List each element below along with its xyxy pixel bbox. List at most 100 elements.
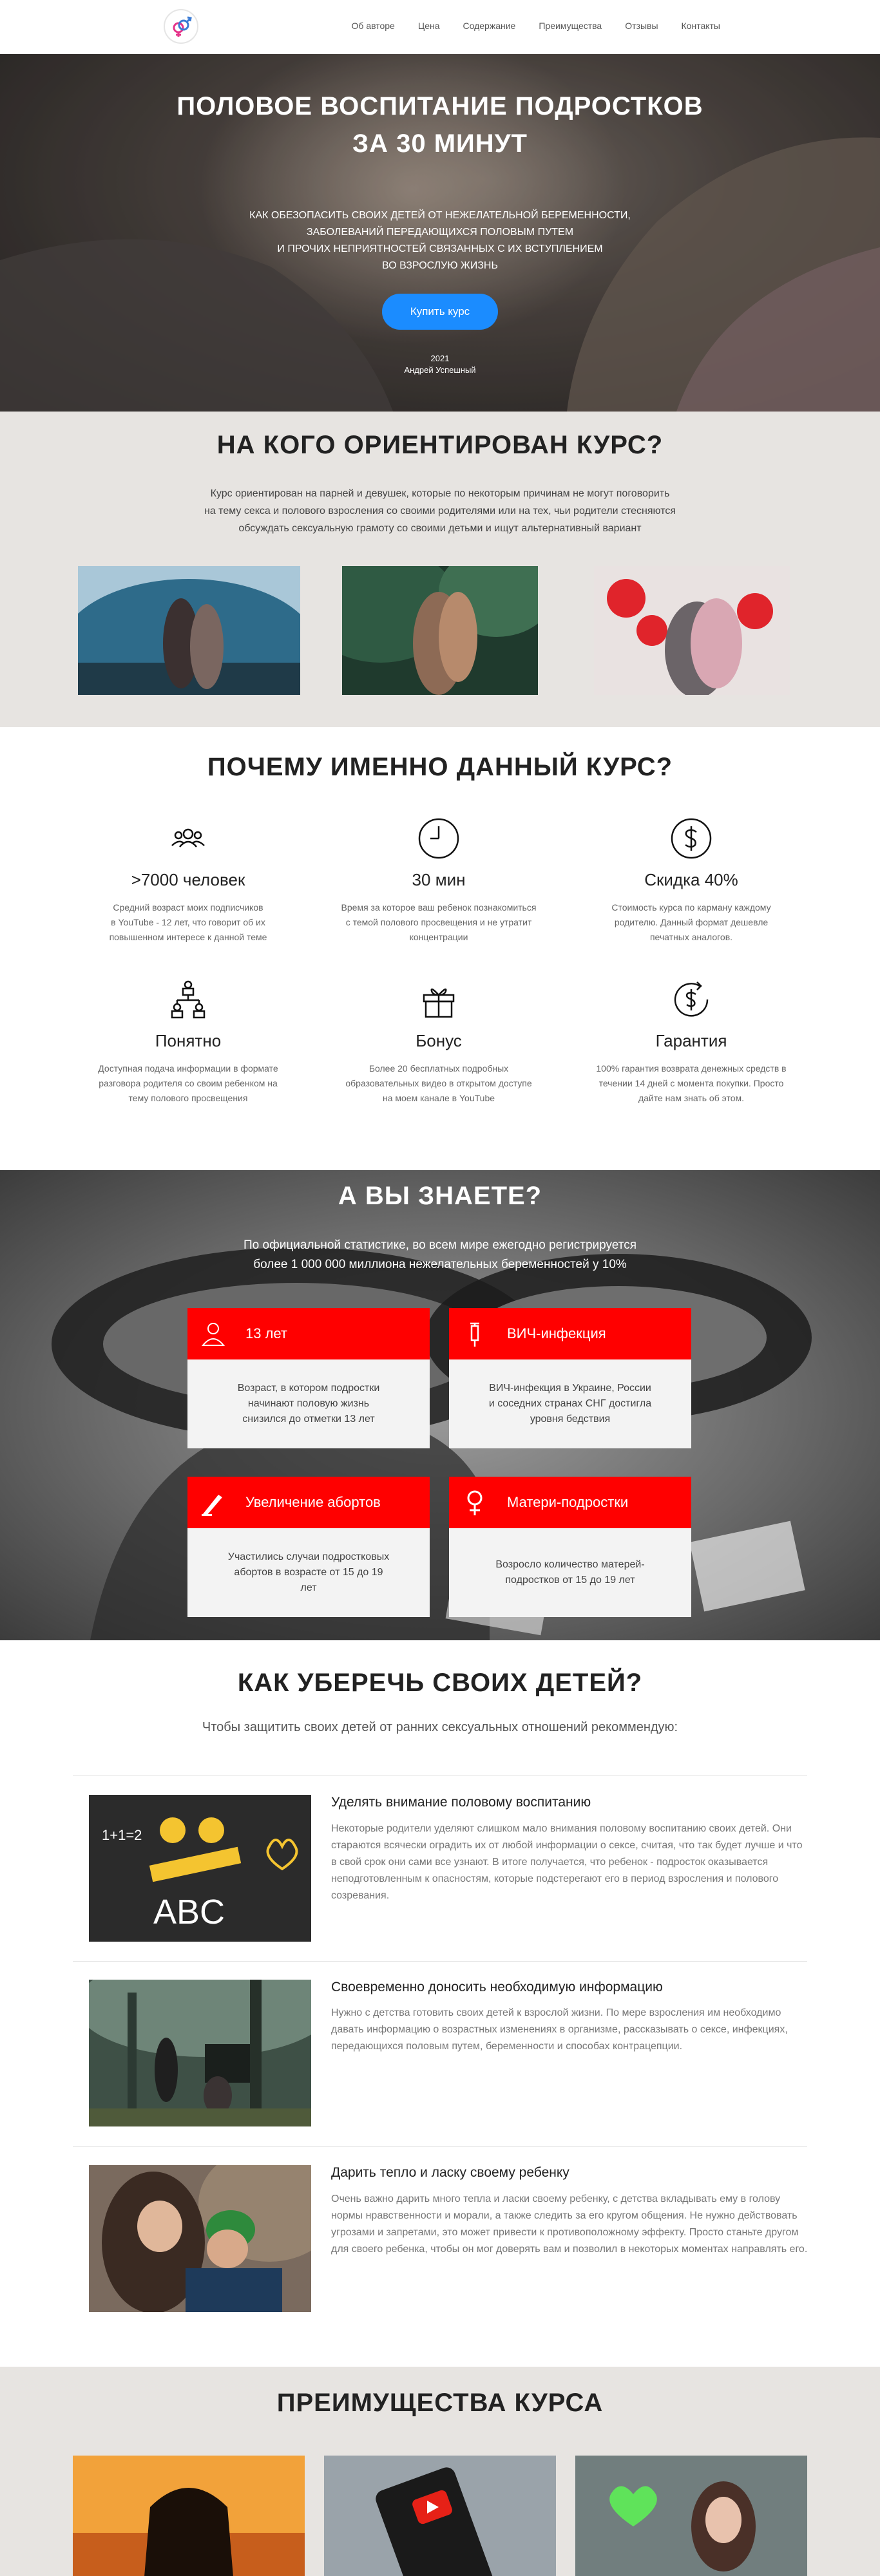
hero-subtitle-line: КАК ОБЕЗОПАСИТЬ СВОИХ ДЕТЕЙ ОТ НЕЖЕЛАТЕЛ… [249, 210, 631, 221]
svg-text:1+1=2: 1+1=2 [102, 1827, 142, 1843]
desc-line: более 1 000 000 миллиона нежелательных б… [253, 1258, 627, 1271]
buy-course-button[interactable]: Купить курс [382, 294, 498, 330]
feature-text-line: течении 14 дней с момента покупки. Прост… [598, 1078, 784, 1088]
section-title: А ВЫ ЗНАЕТЕ? [338, 1182, 542, 1210]
couple-photo-1 [78, 566, 300, 695]
fact-card: 13 лет Возраст, в котором подростки начи… [187, 1308, 430, 1448]
hero-subtitle-line: И ПРОЧИХ НЕПРИЯТНОСТЕЙ СВЯЗАННЫХ С ИХ ВС… [277, 243, 603, 254]
feature-text-line: Стоимость курса по карману каждому [611, 902, 771, 913]
desc-line: на тему секса и полового взросления со с… [204, 506, 676, 516]
feature-title: Понятно [155, 1031, 222, 1050]
nav-item-about[interactable]: Об авторе [352, 21, 395, 31]
people-icon [171, 828, 205, 848]
money-back-icon [674, 981, 709, 1017]
feature-text-line: с темой полового просвещения и не утрати… [345, 917, 532, 927]
section-description: По официальной статистике, во всем мире … [0, 1236, 880, 1274]
feature-card: Бонус Более 20 бесплатных подробных обра… [336, 977, 542, 1106]
hero-meta: 2021 Андрей Успешный [0, 353, 880, 376]
feature-text-line: Время за которое ваш ребенок познакомить… [341, 902, 537, 913]
facts-section: А ВЫ ЗНАЕТЕ? По официальной статистике, … [0, 1170, 880, 1640]
desc-line: Курс ориентирован на парней и девушек, к… [210, 488, 670, 499]
feature-text-line: родителю. Данный формат дешевле [614, 917, 769, 927]
item-text: Некоторые родители уделяют слишком мало … [331, 1823, 803, 1901]
fact-card-header: 13 лет [187, 1308, 430, 1359]
mother-child-photo [89, 2165, 311, 2312]
gender-symbols-icon [173, 16, 192, 37]
main-nav: Об авторе Цена Содержание Преимущества О… [352, 21, 720, 31]
feature-title: Гарантия [655, 1031, 727, 1050]
desc-line: По официальной статистике, во всем мире … [244, 1238, 636, 1252]
couple-photo-3 [594, 566, 790, 695]
feature-text-line: на моем канале в YouTube [382, 1093, 495, 1103]
item-title: Своевременно доносить необходимую информ… [331, 1980, 663, 1994]
family-sunset-photo [73, 2456, 305, 2576]
logo[interactable] [164, 9, 198, 44]
divider [73, 2146, 807, 2147]
syringe-icon [470, 1322, 479, 1347]
fact-card-title: Матери-подростки [507, 1494, 629, 1510]
protect-section: КАК УБЕРЕЧЬ СВОИХ ДЕТЕЙ? Чтобы защитить … [0, 1640, 880, 2367]
svg-text:ABC: ABC [153, 1893, 225, 1931]
nav-item-price[interactable]: Цена [418, 21, 440, 31]
feature-text-line: Доступная подача информации в формате [98, 1063, 278, 1074]
feature-card: Понятно Доступная подача информации в фо… [85, 977, 291, 1106]
hero-title-line: ПОЛОВОЕ ВОСПИТАНИЕ ПОДРОСТКОВ [177, 92, 703, 120]
fact-card-text: ВИЧ-инфекция в Украине, России и соседни… [449, 1359, 691, 1448]
person-icon [201, 1323, 225, 1346]
fact-card-header: Матери-подростки [449, 1477, 691, 1528]
forest-classroom-photo [89, 1980, 311, 2126]
nav-item-advantages[interactable]: Преимущества [539, 21, 602, 31]
hero-year: 2021 [430, 354, 450, 363]
feature-title: Скидка 40% [644, 870, 738, 889]
fact-card: Матери-подростки Возросло количество мат… [449, 1477, 691, 1617]
feature-text-line: дайте нам знать об этом. [638, 1093, 745, 1103]
girl-heart-photo [575, 2456, 807, 2576]
divider [73, 1961, 807, 1962]
couple-photo-2 [342, 566, 538, 695]
feature-text: Стоимость курса по карману каждому родит… [588, 900, 794, 945]
fact-card-title: Увеличение абортов [245, 1494, 381, 1510]
feature-text: 100% гарантия возврата денежных средств … [588, 1061, 794, 1106]
item-title: Дарить тепло и ласку своему ребенку [331, 2165, 569, 2180]
header: Об авторе Цена Содержание Преимущества О… [0, 0, 880, 54]
hero-subtitle-line: ЗАБОЛЕВАНИЙ ПЕРЕДАЮЩИХСЯ ПОЛОВЫМ ПУТЕМ [306, 227, 574, 238]
section-description: Чтобы защитить своих детей от ранних сек… [202, 1720, 678, 1734]
item-text: Очень важно дарить много тепла и ласки с… [331, 2193, 808, 2255]
why-section: ПОЧЕМУ ИМЕННО ДАННЫЙ КУРС? >7000 человек… [0, 727, 880, 1170]
scalpel-icon [202, 1495, 222, 1516]
feature-text: Время за которое ваш ребенок познакомить… [336, 900, 542, 945]
feature-card: Гарантия 100% гарантия возврата денежных… [588, 977, 794, 1106]
section-title: ПРЕИМУЩЕСТВА КУРСА [276, 2389, 604, 2417]
feature-text-line: 100% гарантия возврата денежных средств … [596, 1063, 787, 1074]
nav-item-content[interactable]: Содержание [463, 21, 516, 31]
section-description: Курс ориентирован на парней и девушек, к… [0, 485, 880, 537]
dollar-icon [671, 818, 712, 859]
fact-card-header: Увеличение абортов [187, 1477, 430, 1528]
feature-text: Более 20 бесплатных подробных образовате… [336, 1061, 542, 1106]
feature-card: Скидка 40% Стоимость курса по карману ка… [588, 816, 794, 945]
feature-text-line: в YouTube - 12 лет, что говорит об их [111, 917, 265, 927]
item-text: Нужно с детства готовить своих детей к в… [331, 2007, 788, 2052]
fact-card-text: Возраст, в котором подростки начинают по… [187, 1359, 430, 1448]
fact-card: ВИЧ-инфекция ВИЧ-инфекция в Украине, Рос… [449, 1308, 691, 1448]
hero-subtitle-line: ВО ВЗРОСЛУЮ ЖИЗНЬ [382, 260, 498, 271]
feature-card: >7000 человек Средний возраст моих подпи… [85, 816, 291, 945]
network-icon [171, 980, 206, 1019]
feature-text-line: печатных аналогов. [649, 932, 733, 942]
feature-title: 30 мин [412, 870, 466, 889]
nav-item-reviews[interactable]: Отзывы [625, 21, 658, 31]
feature-text: Доступная подача информации в формате ра… [85, 1061, 291, 1106]
feature-title: >7000 человек [131, 870, 245, 889]
feature-text-line: образовательных видео в открытом доступе [345, 1078, 532, 1088]
section-title: КАК УБЕРЕЧЬ СВОИХ ДЕТЕЙ? [237, 1669, 643, 1697]
clock-icon [418, 818, 459, 859]
hero-section: ПОЛОВОЕ ВОСПИТАНИЕ ПОДРОСТКОВ ЗА 30 МИНУ… [0, 54, 880, 412]
hero-title-line: ЗА 30 МИНУТ [352, 129, 528, 158]
nav-item-contacts[interactable]: Контакты [682, 21, 720, 31]
hero-subtitle: КАК ОБЕЗОПАСИТЬ СВОИХ ДЕТЕЙ ОТ НЕЖЕЛАТЕЛ… [0, 207, 880, 274]
feature-text-line: разговора родителя со своим ребенком на [99, 1078, 278, 1088]
section-title: ПОЧЕМУ ИМЕННО ДАННЫЙ КУРС? [207, 753, 673, 781]
feature-title: Бонус [416, 1031, 462, 1050]
gift-icon [423, 988, 455, 1018]
fact-card-text: Возросло количество матерей-подростков о… [449, 1528, 691, 1617]
